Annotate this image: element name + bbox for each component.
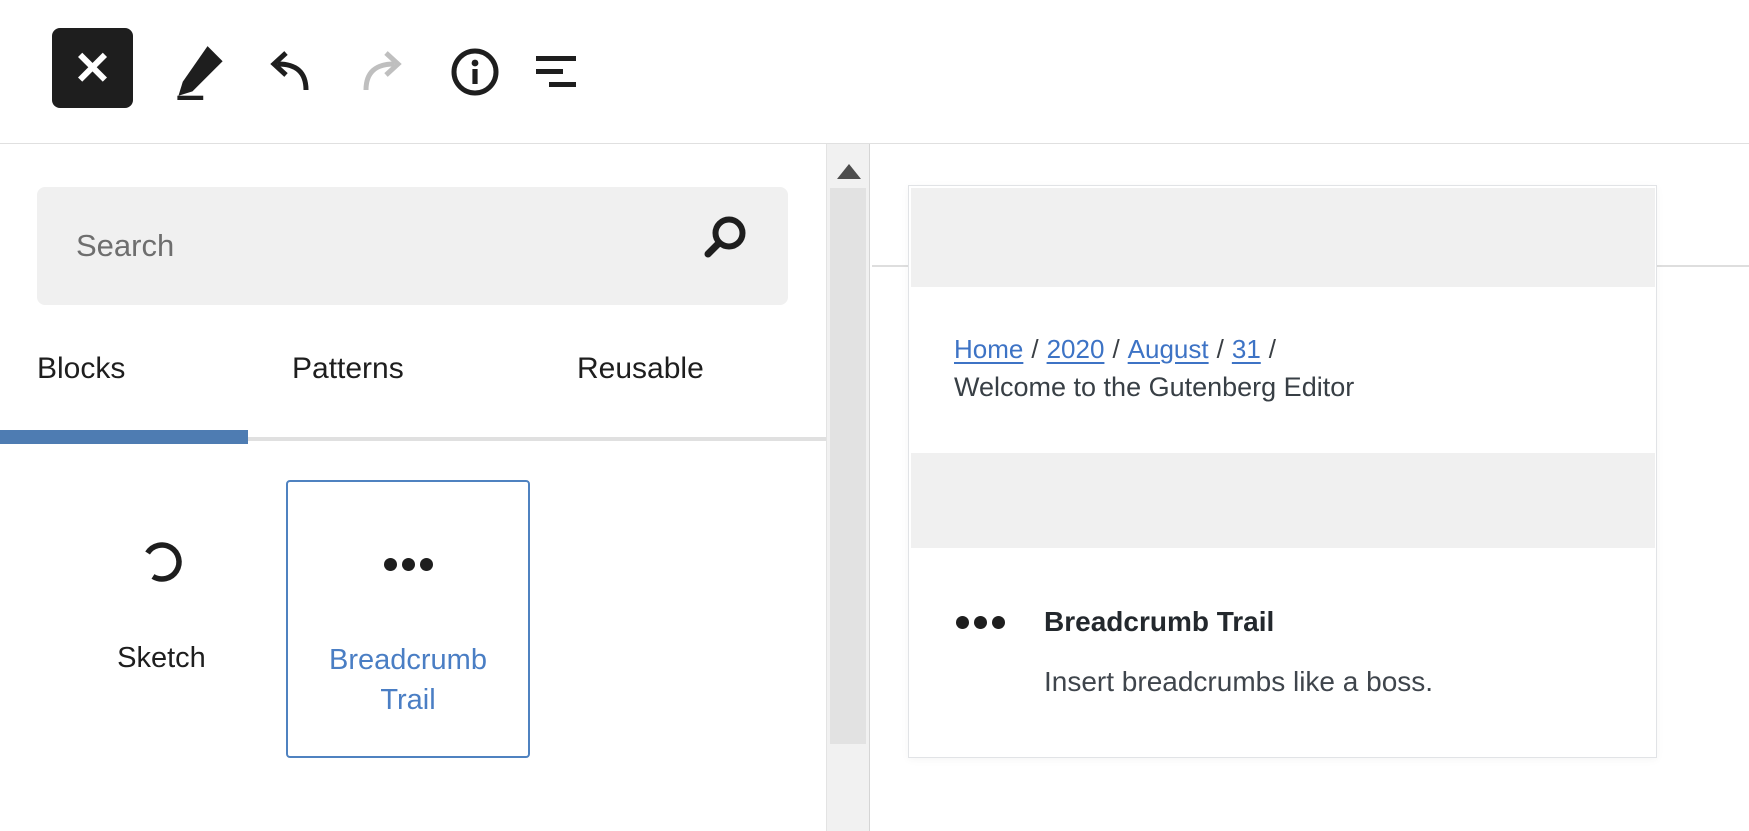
breadcrumb-separator: / bbox=[1023, 334, 1046, 364]
gutenberg-editor-screen: ✕ bbox=[0, 0, 1749, 831]
scrollbar-thumb[interactable] bbox=[830, 188, 866, 744]
close-icon: ✕ bbox=[73, 45, 112, 91]
breadcrumb-preview: Home/2020/August/31/ bbox=[954, 334, 1284, 365]
breadcrumb-link-august: August bbox=[1128, 334, 1209, 364]
block-tile-label: Breadcrumb Trail bbox=[308, 640, 508, 720]
inserter-scrollbar bbox=[826, 144, 870, 831]
close-inserter-button[interactable]: ✕ bbox=[52, 28, 133, 108]
editor-toolbar: ✕ bbox=[0, 0, 1749, 144]
redo-button[interactable] bbox=[350, 26, 414, 118]
preview-page-title: Welcome to the Gutenberg Editor bbox=[954, 372, 1354, 403]
scrollbar-up-button[interactable] bbox=[827, 154, 871, 188]
details-button[interactable] bbox=[443, 26, 507, 118]
edit-mode-button[interactable] bbox=[168, 26, 232, 118]
triangle-up-icon bbox=[837, 164, 861, 179]
breadcrumb-separator: / bbox=[1209, 334, 1232, 364]
breadcrumb-link-2020: 2020 bbox=[1047, 334, 1105, 364]
search-box bbox=[37, 187, 788, 305]
sketch-arc-icon bbox=[140, 540, 184, 584]
breadcrumb-separator: / bbox=[1261, 334, 1284, 364]
block-inserter-panel: Blocks Patterns Reusable Sketch Breadc bbox=[0, 144, 826, 831]
block-preview-panel: Home/2020/August/31/ Welcome to the Gute… bbox=[908, 185, 1657, 758]
breadcrumb-link-home: Home bbox=[954, 334, 1023, 364]
preview-placeholder-strip bbox=[911, 453, 1655, 548]
search-input[interactable] bbox=[37, 187, 788, 305]
pencil-icon bbox=[174, 44, 226, 100]
redo-icon bbox=[358, 50, 406, 94]
ellipsis-icon bbox=[384, 558, 433, 571]
ellipsis-icon bbox=[956, 616, 1005, 629]
info-icon bbox=[449, 46, 501, 98]
block-tile-breadcrumb-trail[interactable]: Breadcrumb Trail bbox=[286, 480, 530, 758]
list-view-icon bbox=[536, 52, 580, 92]
preview-block-title: Breadcrumb Trail bbox=[1044, 606, 1274, 638]
breadcrumb-link-31: 31 bbox=[1232, 334, 1261, 364]
block-tile-label: Sketch bbox=[36, 638, 287, 678]
tab-patterns[interactable]: Patterns bbox=[292, 352, 404, 398]
tab-reusable[interactable]: Reusable bbox=[577, 352, 704, 398]
preview-placeholder-strip bbox=[911, 188, 1655, 287]
tab-blocks[interactable]: Blocks bbox=[37, 352, 125, 398]
list-view-button[interactable] bbox=[526, 26, 590, 118]
block-tile-sketch[interactable]: Sketch bbox=[36, 480, 287, 758]
preview-block-description: Insert breadcrumbs like a boss. bbox=[1044, 666, 1433, 698]
search-icon bbox=[698, 213, 750, 265]
active-tab-indicator bbox=[0, 430, 248, 444]
breadcrumb-separator: / bbox=[1104, 334, 1127, 364]
undo-button[interactable] bbox=[258, 26, 322, 118]
undo-icon bbox=[266, 50, 314, 94]
